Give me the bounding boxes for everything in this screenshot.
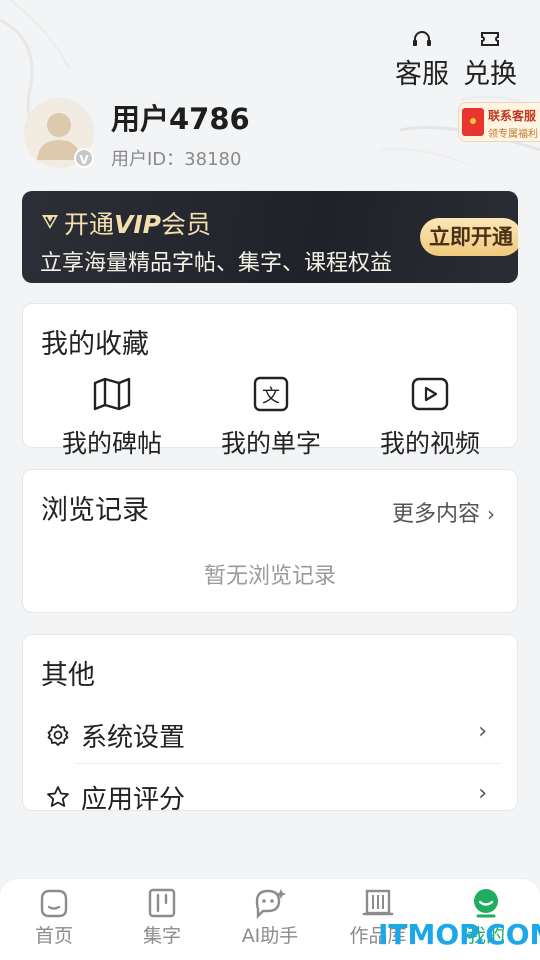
redeem-button[interactable]: 兑换 xyxy=(460,28,520,91)
vip-diamond-icon xyxy=(42,215,58,229)
home-icon xyxy=(40,889,68,918)
history-card: 浏览记录 更多内容 › 暂无浏览记录 xyxy=(22,469,518,613)
tab-ai-assistant[interactable]: AI助手 xyxy=(220,887,320,948)
scroll-library-icon xyxy=(362,889,394,916)
divider xyxy=(75,763,501,764)
favorite-videos-label: 我的视频 xyxy=(379,429,480,458)
contact-tag-title: 联系客服 xyxy=(488,109,537,123)
tab-home[interactable]: 首页 xyxy=(4,887,104,948)
svg-text:文: 文 xyxy=(262,386,280,407)
contact-tag-subtitle: 领专属福利 xyxy=(488,129,538,140)
ink-painting-background xyxy=(0,0,540,166)
vip-open-button[interactable]: 立即开通 xyxy=(420,218,518,256)
favorites-title: 我的收藏 xyxy=(41,329,149,360)
chevron-right-icon: › xyxy=(487,502,495,526)
history-empty-text: 暂无浏览记录 xyxy=(203,564,336,589)
favorites-card: 我的收藏 我的碑帖 文 我的单字 我的视频 xyxy=(22,303,518,458)
favorite-characters-label: 我的单字 xyxy=(220,429,321,458)
vip-title-suffix: 会员 xyxy=(161,210,212,239)
vip-title-prefix: 开通 xyxy=(64,210,115,239)
verified-badge: V xyxy=(74,148,94,168)
favorite-steles-button[interactable]: 我的碑帖 xyxy=(47,376,177,460)
star-icon xyxy=(47,786,69,807)
username: 用户4786 xyxy=(111,102,250,136)
favorite-videos-button[interactable]: 我的视频 xyxy=(365,376,495,460)
tab-collect-char-label: 集字 xyxy=(142,925,181,947)
history-more-label: 更多内容 xyxy=(391,502,480,527)
vip-title: 开通VIP会员 xyxy=(40,205,211,241)
redeem-label: 兑换 xyxy=(463,59,517,90)
vip-banner[interactable]: 开通VIP会员 立享海量精品字帖、集字、课程权益 立即开通 xyxy=(22,191,518,283)
vip-word: VIP xyxy=(114,210,161,239)
system-settings-label: 系统设置 xyxy=(81,723,186,753)
user-id: 用户ID：38180 xyxy=(111,149,242,170)
history-title: 浏览记录 xyxy=(41,495,149,526)
headset-icon xyxy=(413,31,431,46)
app-rating-label: 应用评分 xyxy=(81,785,186,815)
tab-collect-char[interactable]: 集字 xyxy=(112,887,212,948)
system-settings-row[interactable]: 系统设置 › xyxy=(45,709,501,761)
video-play-icon xyxy=(411,377,449,411)
history-more-link[interactable]: 更多内容 › xyxy=(392,496,495,528)
customer-service-button[interactable]: 客服 xyxy=(392,28,452,91)
chevron-right-icon: › xyxy=(478,719,487,744)
app-rating-row[interactable]: 应用评分 › xyxy=(45,771,501,823)
profile-icon xyxy=(474,889,498,918)
character-icon: 文 xyxy=(253,376,289,412)
book-map-icon xyxy=(93,377,131,411)
collect-char-icon xyxy=(148,888,176,918)
tab-ai-assistant-label: AI助手 xyxy=(241,925,299,947)
favorite-characters-button[interactable]: 文 我的单字 xyxy=(206,376,336,460)
contact-service-tag[interactable]: 联系客服 领专属福利 xyxy=(458,102,540,142)
tab-home-label: 首页 xyxy=(34,925,73,947)
others-title: 其他 xyxy=(41,660,95,691)
customer-service-label: 客服 xyxy=(395,59,449,90)
ai-assistant-icon xyxy=(255,889,286,919)
gear-icon xyxy=(47,724,69,746)
chevron-right-icon: › xyxy=(478,781,487,806)
vip-description: 立享海量精品字帖、集字、课程权益 xyxy=(40,251,393,276)
watermark: ITMOP.COM xyxy=(378,918,540,951)
ticket-icon xyxy=(481,32,499,46)
others-card: 其他 系统设置 › 应用评分 › xyxy=(22,634,518,815)
favorite-steles-label: 我的碑帖 xyxy=(61,429,162,458)
red-envelope-icon xyxy=(462,108,484,136)
